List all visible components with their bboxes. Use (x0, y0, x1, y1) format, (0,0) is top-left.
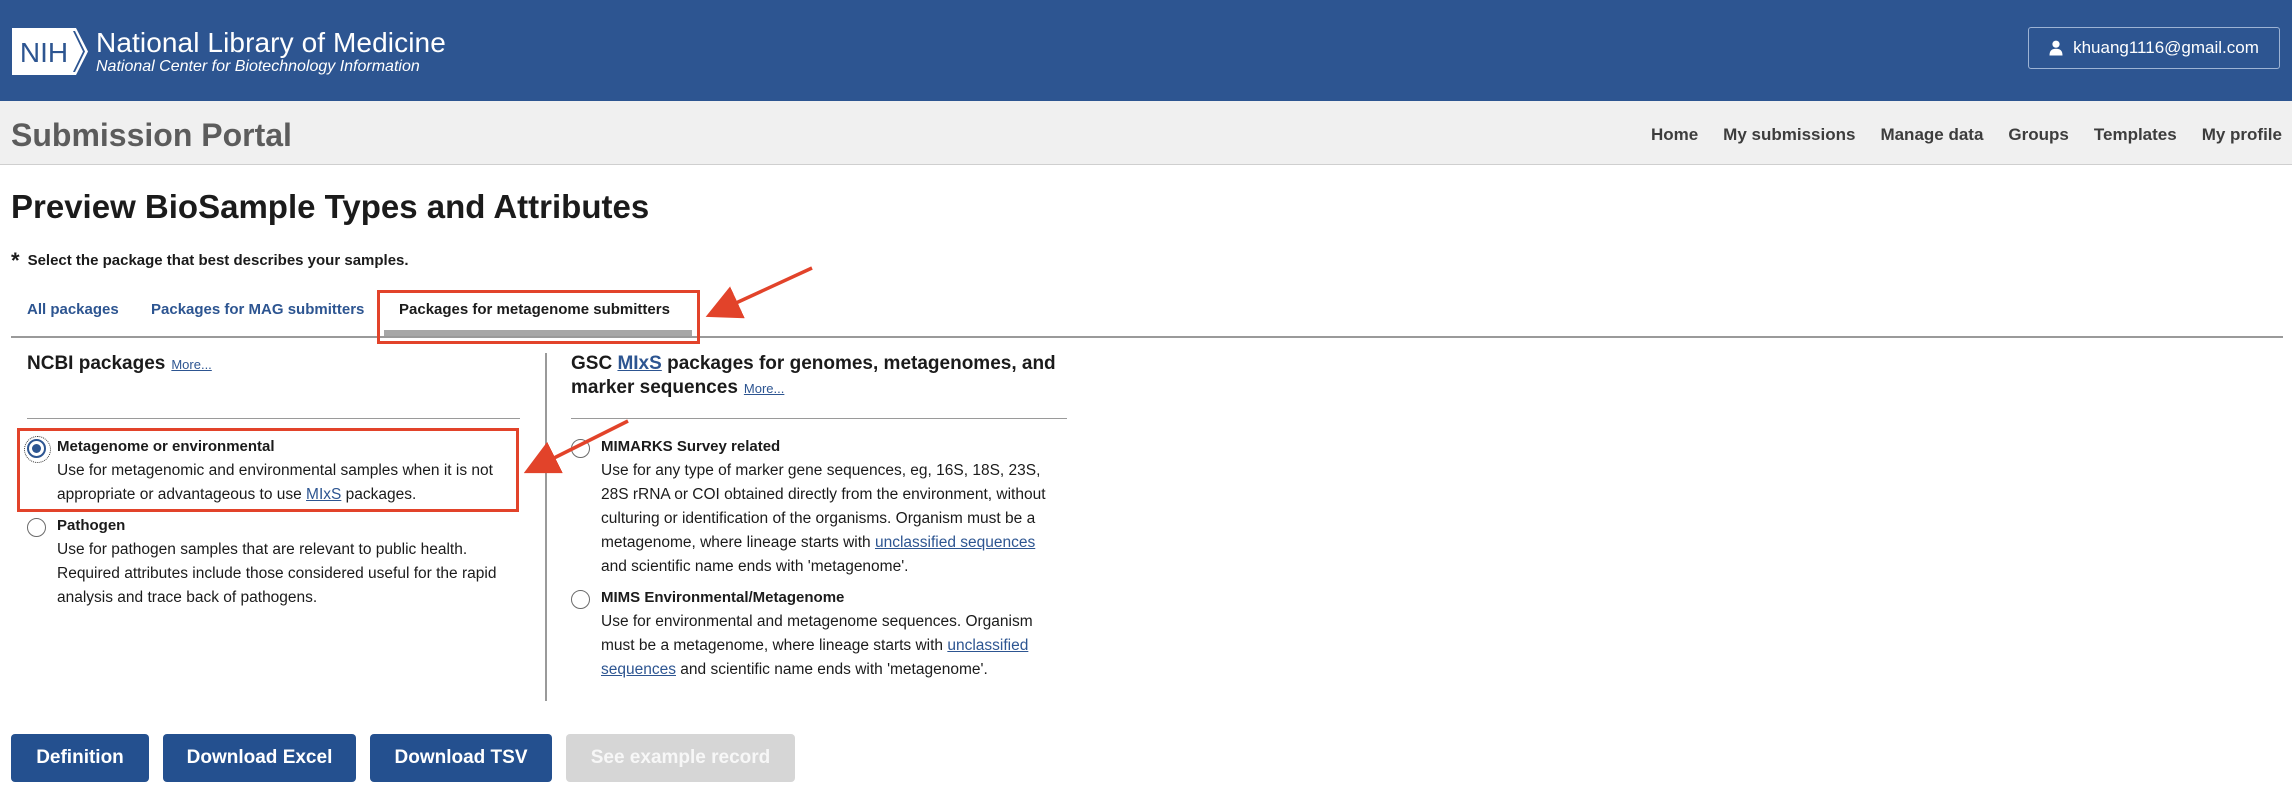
required-asterisk-icon: * (11, 248, 20, 273)
option-desc-line: Required attributes include those consid… (57, 565, 497, 582)
radio-pathogen[interactable] (27, 518, 46, 537)
option-title: MIMARKS Survey related (601, 438, 781, 455)
account-email: khuang1116@gmail.com (2073, 38, 2259, 57)
option-metagenome-environmental[interactable]: Metagenome or environmental Use for meta… (24, 436, 537, 507)
download-tsv-button[interactable]: Download TSV (370, 734, 552, 782)
radio-mims-environmental[interactable] (571, 590, 590, 609)
gsc-mixs-link[interactable]: MIxS (617, 353, 661, 374)
option-desc-line: sequences and scientific name ends with … (601, 658, 1101, 682)
nav-home[interactable]: Home (1651, 125, 1698, 145)
desc-text: must be a metagenome, where lineage star… (601, 637, 948, 654)
ncbi-subtitle: National Center for Biotechnology Inform… (96, 58, 420, 75)
nav-my-profile[interactable]: My profile (2202, 125, 2282, 145)
option-desc-line: metagenome, where lineage starts with un… (601, 531, 1101, 555)
option-title: MIMS Environmental/Metagenome (601, 589, 845, 606)
column-divider (545, 353, 547, 701)
option-title: Pathogen (57, 517, 126, 534)
heading-text: GSC (571, 353, 618, 374)
download-excel-button[interactable]: Download Excel (163, 734, 356, 782)
gsc-packages-heading: GSC MIxS packages for genomes, metagenom… (571, 352, 1071, 401)
account-button[interactable]: khuang1116@gmail.com (2028, 27, 2280, 69)
unclassified-sequences-link[interactable]: unclassified sequences (875, 534, 1035, 551)
option-desc-line: Use for pathogen samples that are releva… (57, 541, 468, 558)
tab-metagenome-packages[interactable]: Packages for metagenome submitters (399, 301, 670, 319)
option-description: Use for any type of marker gene sequence… (601, 459, 1101, 579)
gsc-divider (571, 418, 1067, 419)
option-description: Use for metagenomic and environmental sa… (57, 459, 547, 507)
option-desc-line: Use for any type of marker gene sequence… (601, 462, 1041, 479)
portal-bar: Submission Portal Home My submissions Ma… (0, 101, 2292, 165)
nav-manage-data[interactable]: Manage data (1880, 125, 1983, 145)
desc-text: appropriate or advantageous to use (57, 486, 307, 503)
tab-all-packages[interactable]: All packages (27, 301, 119, 319)
heading-text: packages for genomes, metagenomes, and (661, 353, 1056, 374)
nih-logo[interactable]: NIH (11, 27, 89, 76)
mixs-link[interactable]: MIxS (306, 486, 341, 503)
instruction: * Select the package that best describes… (11, 248, 409, 273)
ncbi-packages-heading: NCBI packages More... (27, 352, 212, 377)
nlm-header: NIH National Library of Medicine Nationa… (0, 0, 2292, 101)
option-desc-line: Use for metagenomic and environmental sa… (57, 462, 493, 479)
gsc-heading-line: marker sequences More... (571, 376, 1071, 401)
definition-button[interactable]: Definition (11, 734, 149, 782)
nlm-title[interactable]: National Library of Medicine (96, 28, 446, 58)
option-mimarks-survey[interactable]: MIMARKS Survey related Use for any type … (571, 437, 1091, 577)
gsc-more-link[interactable]: More... (744, 381, 784, 396)
desc-text: and scientific name ends with 'metagenom… (675, 661, 988, 678)
desc-text: packages. (341, 486, 417, 503)
option-desc-line: 28S rRNA or COI obtained directly from t… (601, 486, 1046, 503)
tab-mag-packages[interactable]: Packages for MAG submitters (151, 301, 364, 319)
option-title: Metagenome or environmental (57, 438, 275, 455)
ncbi-divider (27, 418, 520, 419)
option-description: Use for environmental and metagenome seq… (601, 610, 1101, 682)
option-desc-line: Use for environmental and metagenome seq… (601, 613, 1033, 630)
nav-groups[interactable]: Groups (2008, 125, 2068, 145)
nav-templates[interactable]: Templates (2094, 125, 2177, 145)
nih-logo-text: NIH (20, 37, 68, 68)
ncbi-heading-text: NCBI packages (27, 353, 166, 374)
instruction-text: Select the package that best describes y… (27, 252, 409, 269)
option-desc-line: culturing or identification of the organ… (601, 510, 1036, 527)
radio-mimarks-survey[interactable] (571, 439, 590, 458)
portal-nav: Home My submissions Manage data Groups T… (1651, 125, 2282, 145)
ncbi-more-link[interactable]: More... (171, 357, 211, 372)
unclassified-sequences-link[interactable]: unclassified (947, 637, 1028, 654)
option-desc-line: appropriate or advantageous to use MIxS … (57, 483, 547, 507)
option-desc-line: and scientific name ends with 'metagenom… (601, 558, 909, 575)
option-mims-environmental[interactable]: MIMS Environmental/Metagenome Use for en… (571, 588, 1091, 683)
nav-my-submissions[interactable]: My submissions (1723, 125, 1855, 145)
radio-metagenome-environmental[interactable] (24, 436, 51, 463)
portal-title[interactable]: Submission Portal (11, 117, 292, 153)
user-icon (2049, 40, 2063, 56)
sequences-link[interactable]: sequences (601, 661, 676, 678)
active-tab-indicator (384, 330, 692, 336)
option-description: Use for pathogen samples that are releva… (57, 538, 547, 610)
heading-text: marker sequences (571, 377, 738, 398)
option-pathogen[interactable]: Pathogen Use for pathogen samples that a… (27, 516, 537, 611)
page-title: Preview BioSample Types and Attributes (11, 188, 650, 225)
package-tabs: All packages Packages for MAG submitters… (11, 293, 2283, 338)
see-example-record-button: See example record (566, 734, 795, 782)
desc-text: metagenome, where lineage starts with (601, 534, 875, 551)
gsc-heading-line: GSC MIxS packages for genomes, metagenom… (571, 352, 1071, 376)
option-desc-line: must be a metagenome, where lineage star… (601, 634, 1101, 658)
option-desc-line: analysis and trace back of pathogens. (57, 589, 318, 606)
